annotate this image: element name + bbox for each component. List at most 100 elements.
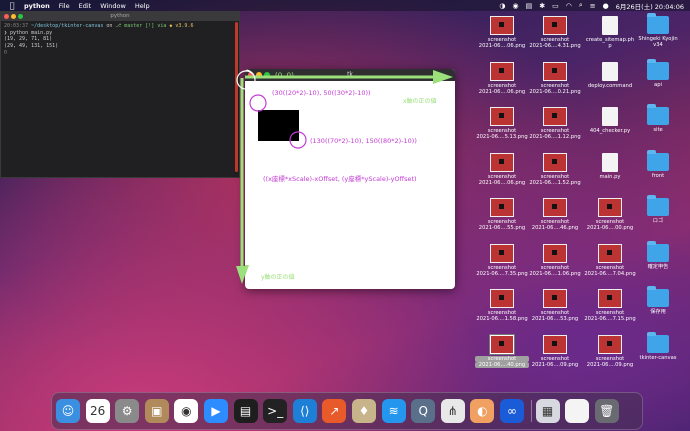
desktop-icon-screenshot-1[interactable]: screenshot 2021-06....06.png bbox=[475, 16, 529, 49]
zoom-icon[interactable]: ▶ bbox=[204, 399, 228, 423]
apple-menu-icon[interactable]:  bbox=[8, 0, 16, 11]
terminal-titlebar[interactable]: python bbox=[1, 12, 239, 21]
chrome-icon[interactable]: ◉ bbox=[174, 399, 199, 423]
desktop-icon-site[interactable]: site bbox=[631, 104, 685, 133]
desktop-icon-screenshot-10[interactable]: screenshot 2021-06....46.png bbox=[528, 198, 582, 231]
siri-icon[interactable]: ● bbox=[603, 2, 609, 10]
menu-app-name[interactable]: python bbox=[24, 2, 50, 10]
image-thumbnail-icon bbox=[490, 152, 514, 172]
folder-icon bbox=[647, 195, 669, 216]
stats-icon[interactable]: ↗ bbox=[322, 399, 347, 423]
desktop-icon-main-py[interactable]: main.py bbox=[583, 152, 637, 180]
icon-label: main.py bbox=[599, 173, 621, 180]
close-button[interactable] bbox=[4, 14, 9, 19]
icon-label: 確定申告 bbox=[647, 263, 669, 270]
desktop-icon-kakutei[interactable]: 確定申告 bbox=[631, 240, 685, 270]
archive-icon[interactable]: ▣ bbox=[144, 399, 169, 423]
desktop-icon-screenshot-20[interactable]: screenshot 2021-06....09.png bbox=[583, 334, 637, 368]
x-axis-arrowhead bbox=[433, 70, 453, 84]
status-app-icon[interactable]: ◑ bbox=[499, 2, 505, 10]
spotlight-icon[interactable]: ⌕ bbox=[579, 1, 583, 10]
infinity-icon[interactable]: ∞ bbox=[500, 399, 524, 423]
vscode-icon[interactable]: ⟨⟩ bbox=[292, 399, 317, 423]
prompt-version: v3.9.6 bbox=[175, 23, 194, 29]
menu-edit[interactable]: Edit bbox=[79, 2, 92, 10]
icon-label: 保存用 bbox=[650, 309, 666, 315]
desktop-icon-shingeki[interactable]: Shingeki Kyojin v34 bbox=[631, 13, 685, 48]
quicktime-icon[interactable]: Q bbox=[411, 399, 436, 423]
control-center-icon[interactable]: ≡ bbox=[590, 2, 596, 10]
desktop-icon-screenshot-3[interactable]: screenshot 2021-06....06.png bbox=[475, 61, 529, 95]
desktop-icon-screenshot-6[interactable]: screenshot 2021-06....1.12.png bbox=[528, 107, 582, 140]
desktop-icon-404-checker[interactable]: 404_checker.py bbox=[583, 107, 637, 134]
image-thumbnail-icon bbox=[490, 289, 514, 308]
desktop-icon-tkinter-canvas[interactable]: tkinter-canvas bbox=[631, 331, 685, 361]
menu-help[interactable]: Help bbox=[135, 2, 150, 10]
icon-label-line2: 2021-06....09.png bbox=[586, 361, 634, 368]
icon-label: api bbox=[654, 81, 662, 88]
cyberduck-icon[interactable]: ♦ bbox=[352, 399, 376, 423]
desktop-icon-screenshot-2[interactable]: screenshot 2021-06....4.31.png bbox=[528, 16, 582, 49]
icon-label-line2: 2021-06....7.35.png bbox=[476, 270, 528, 277]
calendar-icon[interactable]: 26 bbox=[85, 399, 110, 423]
icon-label-line2: 2021-06....06.png bbox=[478, 88, 526, 95]
finder-icon[interactable]: ☺ bbox=[56, 399, 80, 423]
activity-terminal-icon[interactable]: ▤ bbox=[233, 399, 258, 423]
desktop-icon-api[interactable]: api bbox=[631, 58, 685, 88]
status-circle-icon[interactable]: ◉ bbox=[513, 2, 519, 10]
system-preferences-icon[interactable]: ⚙ bbox=[115, 399, 140, 423]
menu-file[interactable]: File bbox=[59, 2, 70, 10]
icon-label-line2: 2021-06....1.52.png bbox=[529, 179, 581, 186]
desktop-icon-screenshot-12[interactable]: screenshot 2021-06....7.35.png bbox=[475, 243, 529, 277]
desktop-icon-screenshot-19[interactable]: screenshot 2021-06....09.png bbox=[528, 334, 582, 368]
tk-window[interactable]: tk (0, 0) (30((20*2)-10), 50((30*2)-10))… bbox=[245, 69, 455, 289]
desktop-icon-front[interactable]: front bbox=[631, 149, 685, 179]
desktop-icon-screenshot-7[interactable]: screenshot 2021-06....06.png bbox=[475, 152, 529, 186]
image-thumbnail-icon bbox=[543, 152, 567, 172]
desktop-icon-screenshot-13[interactable]: screenshot 2021-06....1.06.png bbox=[528, 243, 582, 277]
desktop-icon-screenshot-15[interactable]: screenshot 2021-06....1.58.png bbox=[475, 289, 529, 322]
bottom-right-label: (130((70*2)-10), 150((80*2)-10)) bbox=[310, 137, 417, 145]
menu-clock[interactable]: 6月26日(土) 20:04:06 bbox=[616, 1, 684, 11]
docker-icon[interactable]: ≋ bbox=[381, 399, 406, 423]
wifi-icon[interactable]: ◠ bbox=[566, 2, 572, 10]
image-thumbnail-icon bbox=[490, 61, 514, 81]
desktop-icon-screenshot-17[interactable]: screenshot 2021-06....7.15.png bbox=[583, 289, 637, 322]
desktop-icon-screenshot-5[interactable]: screenshot 2021-06....5.13.png bbox=[475, 107, 529, 140]
desktop-icon-screenshot-8[interactable]: screenshot 2021-06....1.52.png bbox=[528, 152, 582, 186]
zoom-button[interactable] bbox=[18, 14, 23, 19]
desktop-icon-screenshot-16[interactable]: screenshot 2021-06....53.png bbox=[528, 289, 582, 322]
terminal-cursor: ▯ bbox=[4, 49, 8, 55]
desktop-icon-screenshot-11[interactable]: screenshot 2021-06....00.png bbox=[583, 198, 637, 231]
origin-circle bbox=[236, 70, 253, 90]
preview-icon[interactable]: ▦ bbox=[535, 399, 560, 423]
terminal-window[interactable]: python 20:03:37 ~/desktop/tkinter-canvas… bbox=[0, 11, 240, 178]
terminal-output[interactable]: 20:03:37 ~/desktop/tkinter-canvas on ⎇ m… bbox=[1, 21, 239, 58]
document-icon[interactable] bbox=[565, 399, 590, 423]
desktop-icon-create-sitemap[interactable]: create_sitemap.ph p bbox=[583, 16, 637, 49]
folder-icon bbox=[647, 331, 669, 353]
image-thumbnail-icon bbox=[598, 289, 622, 308]
desktop-icon-screenshot-14[interactable]: screenshot 2021-06....7.04.png bbox=[583, 243, 637, 277]
minimize-button[interactable] bbox=[11, 14, 16, 19]
icon-label-line2: v34 bbox=[653, 42, 663, 48]
desktop-icon-screenshot-18[interactable]: screenshot 2021-06....40.png bbox=[475, 333, 529, 368]
terminal-icon[interactable]: >_ bbox=[263, 399, 288, 423]
desktop-icon-hozonyo[interactable]: 保存用 bbox=[631, 286, 685, 315]
document-icon bbox=[602, 107, 618, 126]
desktop-icon-screenshot-9[interactable]: screenshot 2021-06....55.png bbox=[475, 198, 529, 231]
status-battery-icon[interactable]: ▭ bbox=[552, 2, 559, 10]
status-docker-icon[interactable]: ▤ bbox=[526, 2, 533, 10]
trash-icon[interactable]: 🗑 bbox=[594, 399, 619, 423]
screenshot-app-icon[interactable]: ◐ bbox=[470, 399, 495, 423]
icon-label-line2: 2021-06....1.58.png bbox=[476, 316, 528, 322]
sourcetree-icon[interactable]: ⋔ bbox=[440, 399, 465, 423]
desktop-icon-logo[interactable]: ロゴ bbox=[631, 195, 685, 224]
desktop-icon-screenshot-4[interactable]: screenshot 2021-06....0.21.png bbox=[528, 61, 582, 95]
tk-canvas[interactable]: (0, 0) (30((20*2)-10), 50((30*2)-10)) (1… bbox=[245, 69, 455, 289]
icon-label-line2: 2021-06....1.06.png bbox=[529, 270, 581, 277]
image-thumbnail-icon bbox=[598, 198, 622, 217]
desktop-icon-deploy-command[interactable]: deploy.command bbox=[583, 61, 637, 89]
menu-window[interactable]: Window bbox=[100, 2, 126, 10]
status-bluetooth-icon[interactable]: ✱ bbox=[539, 2, 545, 10]
